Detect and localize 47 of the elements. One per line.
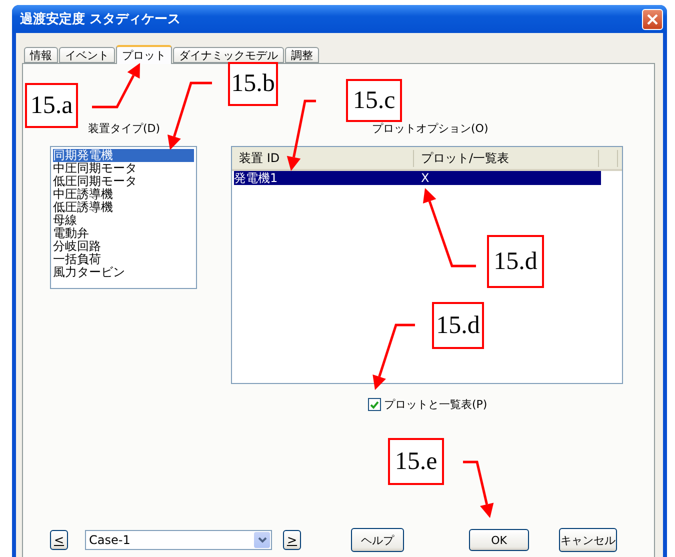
arrow — [286, 100, 316, 171]
list-item[interactable]: 低圧誘導機 — [53, 201, 194, 214]
chevron-down-icon — [254, 532, 270, 548]
arrow — [92, 63, 140, 108]
list-item[interactable]: 電動弁 — [53, 227, 194, 240]
table-cell-text: X — [420, 171, 430, 185]
callout-label: 15.b — [228, 62, 278, 106]
list-item[interactable]: 中圧誘導機 — [53, 188, 194, 201]
callout-label: 15.d — [487, 235, 544, 288]
close-icon — [647, 14, 658, 24]
device-type-label: 装置タイプ(D) — [88, 121, 162, 137]
list-item[interactable]: 中圧同期モータ — [53, 162, 194, 175]
device-type-list[interactable]: 同期発電機 中圧同期モータ 低圧同期モータ 中圧誘導機 低圧誘導機 母線 電動弁 分岐回路 一括負荷 風力タービン — [50, 146, 197, 289]
close-button[interactable] — [642, 8, 663, 30]
callout-label: 15.d — [432, 302, 484, 349]
previous-button[interactable]: < — [50, 530, 68, 550]
callout-label: 15.c — [346, 79, 402, 122]
next-button[interactable]: > — [283, 530, 301, 550]
checkbox-label: プロットと一覧表(P) — [384, 397, 488, 412]
callout-label: 15.a — [25, 83, 78, 128]
column-header[interactable]: プロット/一覧表 — [414, 150, 599, 167]
list-item[interactable]: 低圧同期モータ — [53, 175, 194, 188]
tab[interactable]: 情報 — [24, 47, 58, 63]
list-item[interactable]: 分岐回路 — [53, 240, 194, 253]
table-cell-text: 発電機1 — [234, 171, 279, 185]
check-icon — [370, 400, 379, 408]
checkbox[interactable] — [368, 398, 381, 411]
list-item[interactable]: 一括負荷 — [53, 253, 194, 266]
dialog-button[interactable]: ヘルプ — [351, 528, 404, 552]
arrow — [168, 82, 212, 150]
case-dropdown[interactable]: Case-1 — [85, 530, 272, 550]
callout-label: 15.e — [388, 438, 444, 485]
window-title: 過渡安定度 スタディケース — [20, 10, 181, 28]
plot-options-label: プロットオプション(O) — [372, 121, 490, 137]
list-item[interactable]: 風力タービン — [53, 266, 194, 279]
tab[interactable]: イベント — [59, 47, 115, 63]
dialog-button[interactable]: OK — [469, 529, 529, 551]
tab[interactable]: プロット — [116, 45, 172, 64]
list-item[interactable]: 同期発電機 — [53, 149, 194, 162]
arrow — [463, 460, 494, 518]
tab[interactable]: 調整 — [285, 47, 319, 63]
arrow — [372, 324, 415, 390]
table-row[interactable]: 発電機1 X — [234, 171, 601, 185]
list-item[interactable]: 母線 — [53, 214, 194, 227]
tab[interactable]: ダイナミックモデル — [173, 47, 284, 63]
dialog-button[interactable]: キャンセル — [559, 528, 617, 552]
case-value: Case-1 — [89, 533, 130, 547]
